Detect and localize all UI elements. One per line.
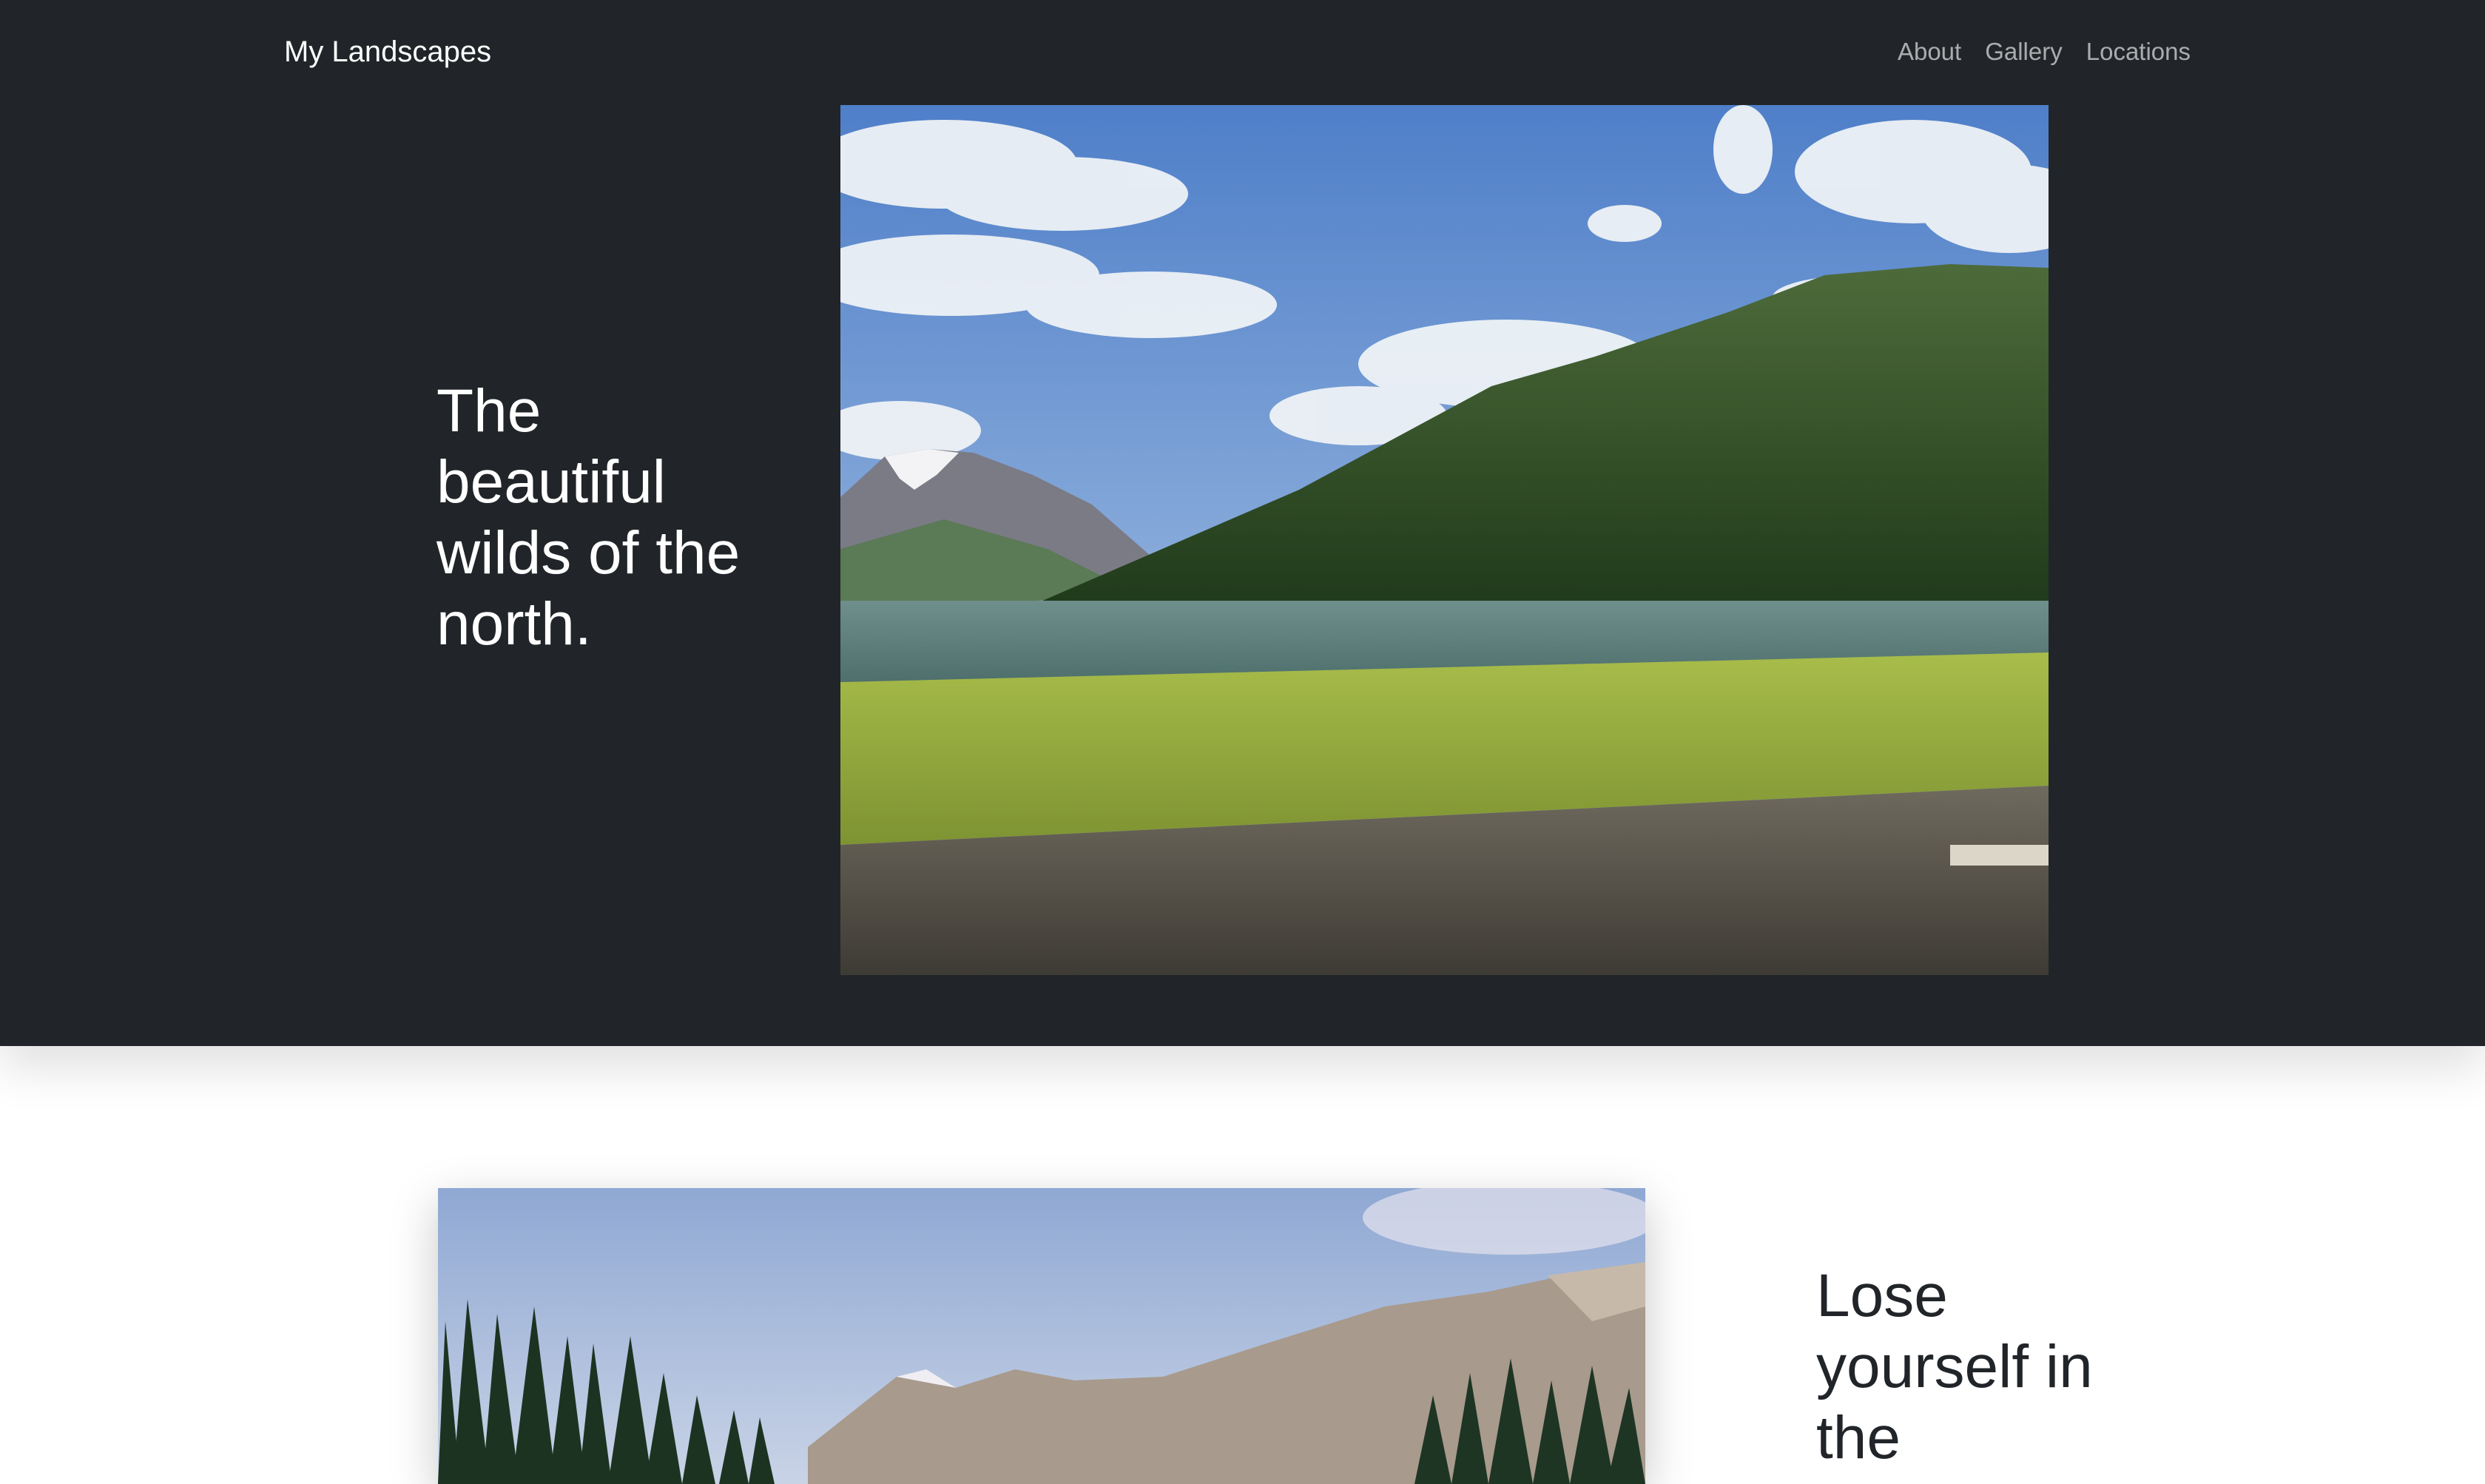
hero-section: My Landscapes About Gallery Locations Th… bbox=[0, 0, 2485, 1046]
second-heading: Lose yourself in the bbox=[1816, 1262, 2093, 1471]
nav-link-about[interactable]: About bbox=[1898, 36, 1961, 68]
hero-photo bbox=[840, 105, 2049, 975]
forest-mountain-image bbox=[438, 1188, 1645, 1484]
nav-link-gallery[interactable]: Gallery bbox=[1985, 36, 2063, 68]
lake-mountain-image bbox=[840, 105, 2049, 975]
second-section: Lose yourself in the bbox=[0, 1046, 2485, 1484]
navbar: My Landscapes About Gallery Locations bbox=[0, 0, 2485, 104]
second-photo bbox=[438, 1188, 1645, 1484]
navbar-brand[interactable]: My Landscapes bbox=[284, 33, 491, 71]
nav-links: About Gallery Locations bbox=[1898, 36, 2191, 68]
hero-heading: The beautiful wilds of the north. bbox=[436, 377, 741, 658]
nav-link-locations[interactable]: Locations bbox=[2086, 36, 2191, 68]
